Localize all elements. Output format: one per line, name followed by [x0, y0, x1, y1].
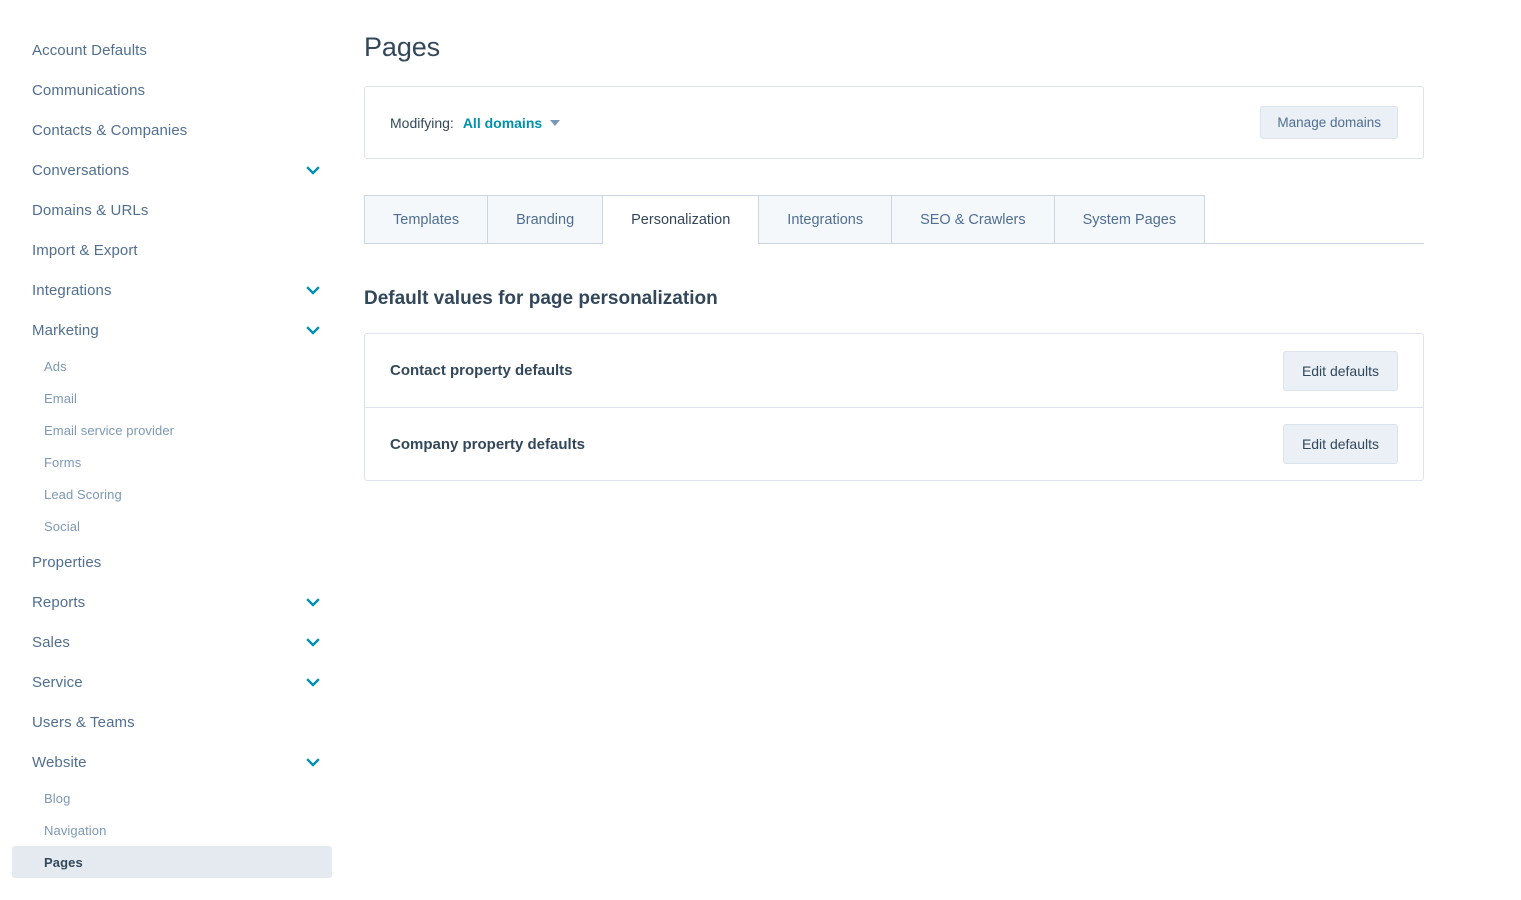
sidebar-item-sales[interactable]: Sales [12, 622, 332, 662]
sidebar-item-users-teams[interactable]: Users & Teams [12, 702, 332, 742]
sidebar-item-label: Domains & URLs [32, 201, 149, 219]
defaults-row-label: Contact property defaults [390, 362, 573, 379]
sidebar-item-label: Service [32, 673, 83, 691]
tab-system-pages[interactable]: System Pages [1053, 195, 1206, 243]
chevron-down-icon[interactable] [306, 755, 320, 769]
sidebar-item-blog[interactable]: Blog [12, 782, 332, 814]
sidebar-item-label: Ads [44, 358, 67, 374]
sidebar-item-forms[interactable]: Forms [12, 446, 332, 478]
sidebar-item-label: Contacts & Companies [32, 121, 188, 139]
modifying-group: Modifying: All domains [390, 114, 561, 131]
sidebar-item-account-defaults[interactable]: Account Defaults [12, 30, 332, 70]
manage-domains-button[interactable]: Manage domains [1260, 106, 1398, 139]
chevron-down-icon [550, 119, 561, 126]
sidebar-item-email-service-provider[interactable]: Email service provider [12, 414, 332, 446]
sidebar-item-reports[interactable]: Reports [12, 582, 332, 622]
chevron-down-icon[interactable] [306, 283, 320, 297]
domain-dropdown[interactable]: All domains [462, 114, 561, 131]
sidebar-item-lead-scoring[interactable]: Lead Scoring [12, 478, 332, 510]
sidebar-item-label: Pages [44, 854, 83, 870]
sidebar-item-label: Forms [44, 454, 82, 470]
settings-page: Account Defaults Communications Contacts &… [0, 0, 1521, 900]
tab-branding[interactable]: Branding [487, 195, 604, 243]
sidebar-item-label: Marketing [32, 321, 99, 339]
sidebar-item-domains-urls[interactable]: Domains & URLs [12, 190, 332, 230]
tab-seo-crawlers[interactable]: SEO & Crawlers [891, 195, 1055, 243]
sidebar-item-pages[interactable]: Pages [12, 846, 332, 878]
sidebar-item-conversations[interactable]: Conversations [12, 150, 332, 190]
sidebar-item-marketing[interactable]: Marketing [12, 310, 332, 350]
page-title: Pages [364, 32, 441, 62]
sidebar-item-label: Email service provider [44, 422, 175, 438]
sidebar-item-integrations[interactable]: Integrations [12, 270, 332, 310]
defaults-row-label: Company property defaults [390, 435, 586, 453]
modifying-label: Modifying: [390, 114, 454, 131]
settings-sidebar: Account Defaults Communications Contacts &… [0, 0, 344, 900]
chevron-down-icon[interactable] [306, 323, 320, 337]
sidebar-item-label: Conversations [32, 161, 130, 179]
edit-defaults-button[interactable]: Edit defaults [1282, 424, 1398, 464]
domain-modifying-bar: Modifying: All domains Manage domains [364, 86, 1424, 159]
sidebar-item-email[interactable]: Email [12, 382, 332, 414]
sidebar-item-label: Lead Scoring [44, 486, 122, 502]
sidebar-item-label: Communications [32, 81, 146, 99]
sidebar-item-navigation[interactable]: Navigation [12, 814, 332, 846]
chevron-down-icon[interactable] [306, 163, 320, 177]
sidebar-item-label: Import & Export [32, 241, 138, 259]
defaults-card: Contact property defaults Edit defaults Co… [364, 333, 1424, 481]
sidebar-item-service[interactable]: Service [12, 662, 332, 702]
settings-tabs: Templates Branding Personalization Integrat… [364, 195, 1424, 244]
sidebar-item-import-export[interactable]: Import & Export [12, 230, 332, 270]
section-title: Default values for page personalization [364, 288, 718, 309]
sidebar-item-communications[interactable]: Communications [12, 70, 332, 110]
sidebar-item-social[interactable]: Social [12, 510, 332, 542]
sidebar-item-label: Reports [32, 593, 86, 611]
chevron-down-icon[interactable] [306, 675, 320, 689]
chevron-down-icon[interactable] [306, 635, 320, 649]
sidebar-item-label: Email [44, 390, 78, 406]
sidebar-item-label: Blog [44, 790, 71, 806]
sidebar-item-label: Navigation [44, 822, 107, 838]
defaults-row: Contact property defaults Edit defaults [365, 334, 1423, 407]
sidebar-item-label: Sales [32, 633, 71, 651]
defaults-row: Company property defaults Edit defaults [365, 407, 1423, 480]
tab-templates[interactable]: Templates [364, 195, 489, 243]
sidebar-item-label: Properties [32, 553, 102, 571]
sidebar-item-website[interactable]: Website [12, 742, 332, 782]
edit-defaults-button[interactable]: Edit defaults [1282, 350, 1398, 391]
chevron-down-icon[interactable] [306, 595, 320, 609]
domain-dropdown-value: All domains [462, 114, 543, 131]
tab-integrations[interactable]: Integrations [758, 195, 893, 243]
sidebar-item-label: Account Defaults [32, 41, 147, 59]
sidebar-item-label: Users & Teams [32, 713, 135, 731]
sidebar-item-contacts-companies[interactable]: Contacts & Companies [12, 110, 332, 150]
main-content: Pages Modifying: All domains Manage doma… [364, 0, 1424, 481]
sidebar-item-label: Integrations [32, 281, 112, 299]
sidebar-item-label: Social [44, 518, 81, 534]
sidebar-item-label: Website [32, 753, 87, 771]
sidebar-item-properties[interactable]: Properties [12, 542, 332, 582]
tab-personalization[interactable]: Personalization [602, 195, 760, 244]
sidebar-item-ads[interactable]: Ads [12, 350, 332, 382]
